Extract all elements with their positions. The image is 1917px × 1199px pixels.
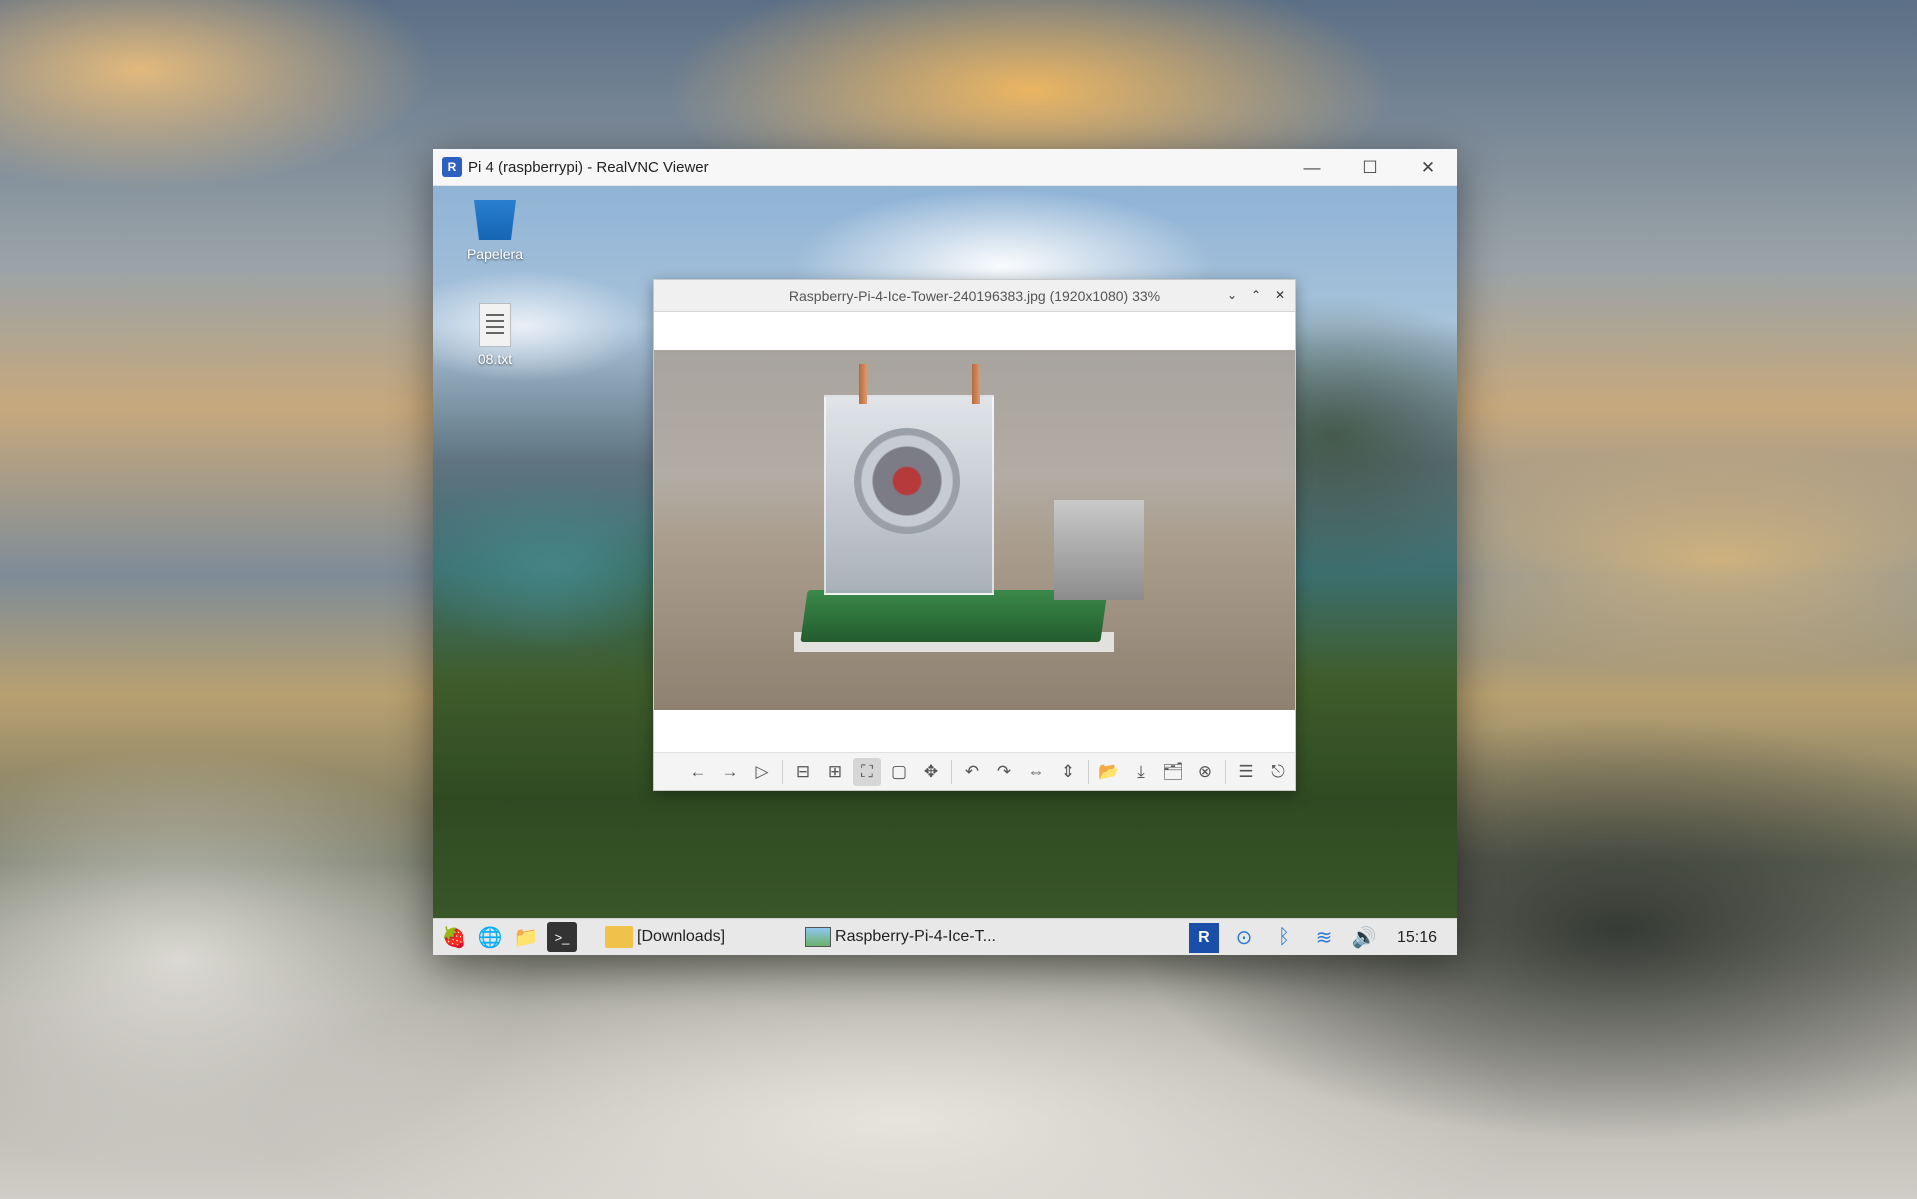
original-size-button[interactable]: ▢: [885, 758, 913, 786]
vnc-window-title: Pi 4 (raspberrypi) - RealVNC Viewer: [468, 158, 709, 176]
minimize-button[interactable]: —: [1283, 149, 1341, 186]
previous-button[interactable]: ←: [684, 758, 712, 786]
flip-horizontal-button[interactable]: ⇔: [1022, 758, 1050, 786]
image-icon: [805, 927, 832, 947]
toolbar-separator: [782, 759, 783, 784]
photo-heatpipe: [972, 364, 980, 404]
task-downloads[interactable]: [Downloads]: [605, 926, 725, 948]
photo-usb-ports: [1054, 500, 1144, 600]
viewer-minimize-button[interactable]: ⌄: [1223, 286, 1241, 304]
displayed-photo[interactable]: [654, 350, 1295, 710]
preferences-button[interactable]: ☰: [1232, 758, 1260, 786]
terminal-icon[interactable]: >_: [547, 922, 577, 952]
volume-icon[interactable]: 🔊: [1349, 923, 1379, 953]
realvnc-app-icon: R: [442, 157, 462, 177]
update-icon[interactable]: ⊙: [1229, 923, 1259, 953]
toolbar-separator: [1088, 759, 1089, 784]
maximize-button[interactable]: ☐: [1341, 149, 1399, 186]
delete-button[interactable]: ⊗: [1191, 758, 1219, 786]
image-viewer-window: Raspberry-Pi-4-Ice-Tower-240196383.jpg (…: [653, 279, 1296, 791]
desktop-icon-trash[interactable]: Papelera: [455, 200, 535, 262]
trash-icon: [474, 200, 516, 240]
file-manager-icon[interactable]: 📁: [511, 922, 541, 952]
toolbar-separator: [1225, 759, 1226, 784]
clock[interactable]: 15:16: [1397, 929, 1437, 947]
remote-taskbar: 🍓 🌐 📁 >_ [Downloads] Raspberry-Pi-4-Ice-T..…: [433, 918, 1457, 955]
desktop-icon-label: 08.txt: [477, 351, 513, 367]
vnc-tray-icon[interactable]: R: [1188, 922, 1219, 953]
task-image-viewer[interactable]: Raspberry-Pi-4-Ice-T...: [805, 927, 996, 947]
save-as-button[interactable]: 🗂: [1159, 758, 1187, 786]
photo-fan: [854, 428, 960, 534]
vnc-viewer-window: R Pi 4 (raspberrypi) - RealVNC Viewer — …: [433, 149, 1457, 955]
image-viewer-titlebar[interactable]: Raspberry-Pi-4-Ice-Tower-240196383.jpg (…: [654, 280, 1295, 312]
toolbar-separator: [951, 759, 952, 784]
close-button[interactable]: ✕: [1399, 149, 1457, 186]
viewer-maximize-button[interactable]: ⌃: [1247, 286, 1265, 304]
flip-vertical-button[interactable]: ⇕: [1054, 758, 1082, 786]
text-file-icon: [479, 303, 511, 347]
fullscreen-button[interactable]: ✥: [917, 758, 945, 786]
image-viewer-toolbar: ← → ▷ ⊟ ⊞ ⛶ ▢ ✥ ↶ ↷ ⇔ ⇕ 📂 ⤓ 🗂 ⊗ ☰ ⎋: [654, 752, 1295, 790]
slideshow-button[interactable]: ▷: [748, 758, 776, 786]
next-button[interactable]: →: [716, 758, 744, 786]
raspberry-menu-icon[interactable]: 🍓: [439, 922, 469, 952]
task-label: Raspberry-Pi-4-Ice-T...: [835, 928, 996, 945]
browser-icon[interactable]: 🌐: [475, 922, 505, 952]
rotate-right-button[interactable]: ↷: [990, 758, 1018, 786]
vnc-titlebar[interactable]: R Pi 4 (raspberrypi) - RealVNC Viewer — …: [433, 149, 1457, 186]
exit-button[interactable]: ⎋: [1264, 758, 1292, 786]
open-button[interactable]: 📂: [1095, 758, 1123, 786]
remote-desktop[interactable]: Papelera 08.txt Raspberry-Pi-4-Ice-Tower…: [433, 186, 1457, 955]
image-viewer-title: Raspberry-Pi-4-Ice-Tower-240196383.jpg (…: [788, 287, 1161, 304]
desktop-icon-text-file[interactable]: 08.txt: [455, 303, 535, 367]
system-tray: R ⊙ ᛒ ≋ 🔊 15:16: [1188, 919, 1457, 955]
photo-heatpipe: [859, 364, 867, 404]
bluetooth-icon[interactable]: ᛒ: [1269, 923, 1299, 953]
rotate-left-button[interactable]: ↶: [958, 758, 986, 786]
desktop-icon-label: Papelera: [466, 246, 524, 262]
task-label: [Downloads]: [637, 928, 726, 945]
viewer-close-button[interactable]: ✕: [1271, 286, 1289, 304]
wifi-icon[interactable]: ≋: [1309, 923, 1339, 953]
zoom-in-button[interactable]: ⊞: [821, 758, 849, 786]
zoom-out-button[interactable]: ⊟: [789, 758, 817, 786]
folder-icon: [605, 926, 633, 948]
save-button[interactable]: ⤓: [1127, 758, 1155, 786]
fit-window-button[interactable]: ⛶: [853, 757, 881, 786]
